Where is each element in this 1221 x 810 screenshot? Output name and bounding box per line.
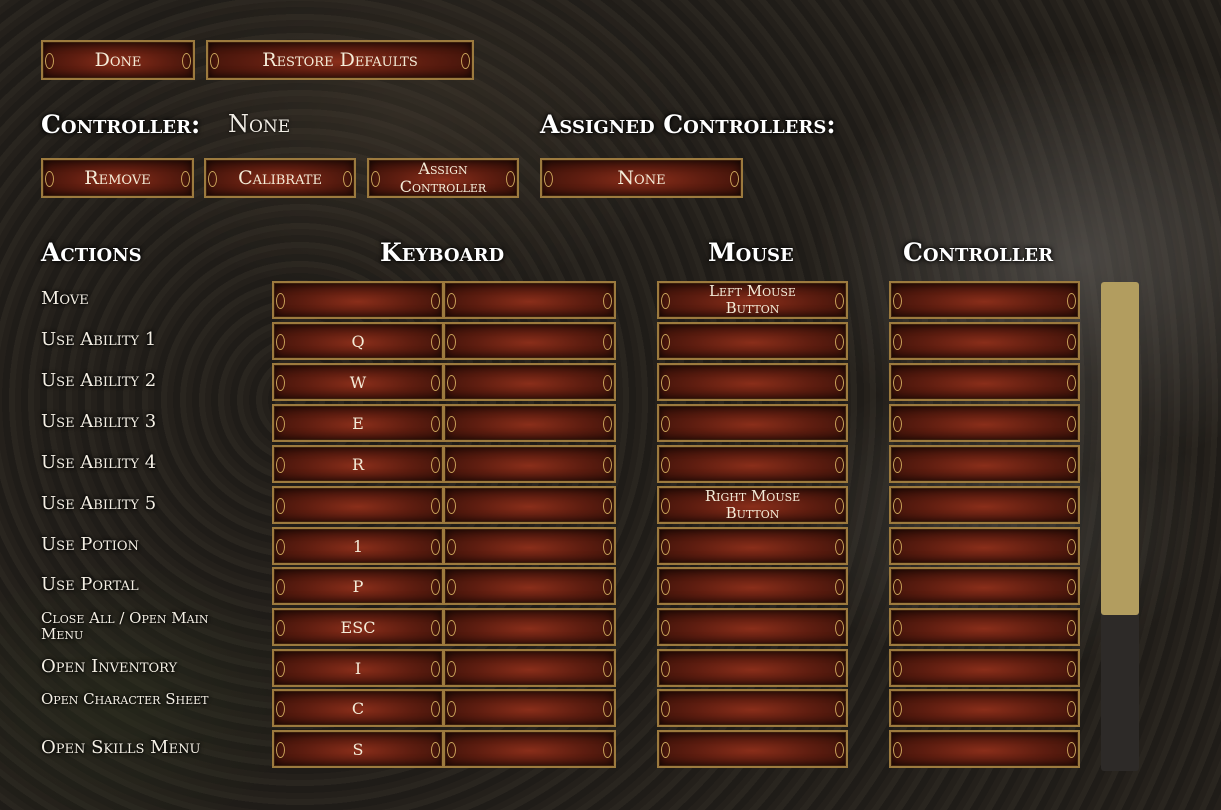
action-label: Use Portal bbox=[41, 574, 139, 595]
action-label: Open Skills Menu bbox=[41, 737, 201, 758]
keyboard-primary-binding[interactable]: W bbox=[272, 363, 444, 401]
action-label: Use Ability 3 bbox=[41, 411, 157, 432]
action-label: Use Ability 5 bbox=[41, 493, 157, 514]
keyboard-primary-binding[interactable]: S bbox=[272, 730, 444, 768]
controller-column-header: Controller bbox=[903, 238, 1054, 267]
controller-binding[interactable] bbox=[889, 608, 1080, 646]
keyboard-primary-binding[interactable]: C bbox=[272, 689, 444, 727]
mouse-binding[interactable]: Right Mouse Button bbox=[657, 486, 848, 524]
assign-label-line2: Controller bbox=[399, 177, 487, 196]
mouse-binding[interactable] bbox=[657, 527, 848, 565]
actions-column-header: Actions bbox=[41, 238, 142, 267]
action-label: Open Inventory bbox=[41, 656, 178, 677]
action-label: Use Ability 1 bbox=[41, 329, 157, 350]
keyboard-secondary-binding[interactable] bbox=[443, 649, 616, 687]
calibrate-button[interactable]: Calibrate bbox=[204, 158, 356, 198]
action-label: Use Ability 2 bbox=[41, 370, 157, 391]
controller-binding[interactable] bbox=[889, 363, 1080, 401]
mouse-binding[interactable]: Left Mouse Button bbox=[657, 281, 848, 319]
action-label: Use Ability 4 bbox=[41, 452, 157, 473]
keyboard-secondary-binding[interactable] bbox=[443, 404, 616, 442]
controller-binding[interactable] bbox=[889, 689, 1080, 727]
assigned-controllers-label: Assigned Controllers: bbox=[540, 110, 836, 139]
controller-binding[interactable] bbox=[889, 322, 1080, 360]
keyboard-column-header: Keyboard bbox=[380, 238, 505, 267]
keyboard-primary-binding[interactable]: ESC bbox=[272, 608, 444, 646]
keyboard-primary-binding[interactable]: R bbox=[272, 445, 444, 483]
controller-label: Controller: bbox=[41, 110, 201, 139]
keyboard-secondary-binding[interactable] bbox=[443, 608, 616, 646]
mouse-binding[interactable] bbox=[657, 445, 848, 483]
keyboard-primary-binding[interactable]: Q bbox=[272, 322, 444, 360]
mouse-binding[interactable] bbox=[657, 608, 848, 646]
keyboard-secondary-binding[interactable] bbox=[443, 527, 616, 565]
action-label: Move bbox=[41, 288, 89, 309]
mouse-binding[interactable] bbox=[657, 567, 848, 605]
assign-label-line1: Assign bbox=[418, 159, 468, 178]
keyboard-primary-binding[interactable]: E bbox=[272, 404, 444, 442]
restore-defaults-button[interactable]: Restore Defaults bbox=[206, 40, 474, 80]
keyboard-secondary-binding[interactable] bbox=[443, 730, 616, 768]
keyboard-primary-binding[interactable] bbox=[272, 281, 444, 319]
keyboard-secondary-binding[interactable] bbox=[443, 281, 616, 319]
keyboard-secondary-binding[interactable] bbox=[443, 445, 616, 483]
keyboard-secondary-binding[interactable] bbox=[443, 363, 616, 401]
keyboard-secondary-binding[interactable] bbox=[443, 567, 616, 605]
done-label: Done bbox=[94, 49, 142, 71]
controller-binding[interactable] bbox=[889, 404, 1080, 442]
keyboard-secondary-binding[interactable] bbox=[443, 322, 616, 360]
mouse-column-header: Mouse bbox=[708, 238, 794, 267]
scrollbar-thumb[interactable] bbox=[1101, 282, 1139, 615]
mouse-binding[interactable] bbox=[657, 322, 848, 360]
keyboard-primary-binding[interactable]: I bbox=[272, 649, 444, 687]
calibrate-label: Calibrate bbox=[238, 167, 322, 189]
controller-binding[interactable] bbox=[889, 649, 1080, 687]
controller-binding[interactable] bbox=[889, 445, 1080, 483]
mouse-binding[interactable] bbox=[657, 649, 848, 687]
controller-binding[interactable] bbox=[889, 527, 1080, 565]
keyboard-primary-binding[interactable]: 1 bbox=[272, 527, 444, 565]
keyboard-primary-binding[interactable] bbox=[272, 486, 444, 524]
action-label: Use Potion bbox=[41, 534, 139, 555]
controller-binding[interactable] bbox=[889, 567, 1080, 605]
assigned-controller-value: None bbox=[617, 167, 666, 189]
restore-defaults-label: Restore Defaults bbox=[262, 49, 418, 71]
controller-binding[interactable] bbox=[889, 730, 1080, 768]
controller-binding[interactable] bbox=[889, 486, 1080, 524]
assign-controller-button[interactable]: Assign Controller bbox=[367, 158, 519, 198]
keyboard-primary-binding[interactable]: P bbox=[272, 567, 444, 605]
remove-button[interactable]: Remove bbox=[41, 158, 194, 198]
mouse-binding[interactable] bbox=[657, 689, 848, 727]
mouse-binding[interactable] bbox=[657, 363, 848, 401]
keyboard-secondary-binding[interactable] bbox=[443, 689, 616, 727]
controller-binding[interactable] bbox=[889, 281, 1080, 319]
action-label: Open Character Sheet bbox=[41, 690, 209, 708]
action-label: Close All / Open Main Menu bbox=[41, 609, 209, 643]
done-button[interactable]: Done bbox=[41, 40, 195, 80]
keyboard-secondary-binding[interactable] bbox=[443, 486, 616, 524]
mouse-binding[interactable] bbox=[657, 404, 848, 442]
assigned-controller-select[interactable]: None bbox=[540, 158, 743, 198]
controller-value: None bbox=[228, 110, 291, 138]
remove-label: Remove bbox=[84, 167, 151, 189]
mouse-binding[interactable] bbox=[657, 730, 848, 768]
